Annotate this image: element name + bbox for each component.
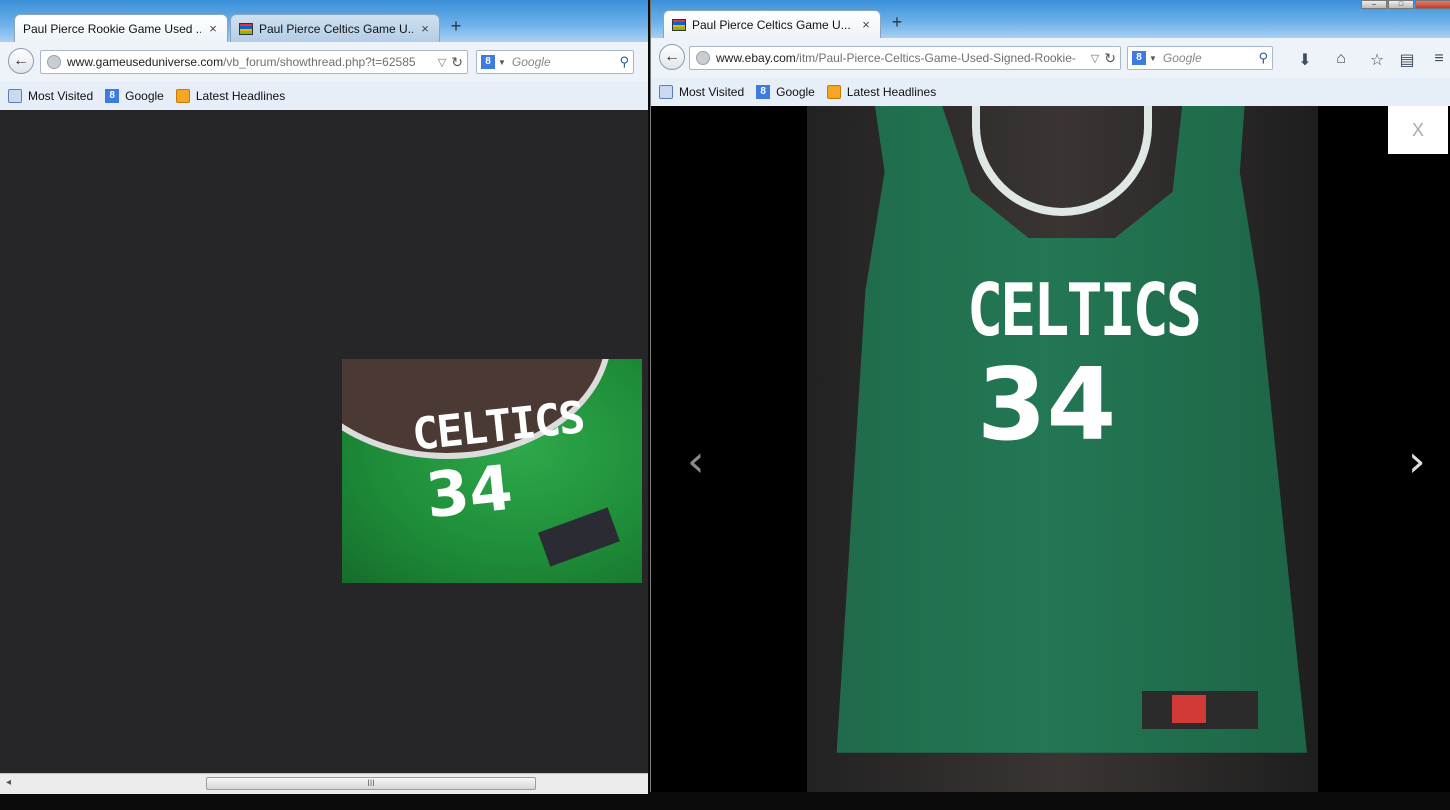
back-button[interactable]: ← <box>659 44 685 70</box>
reload-icon[interactable]: ↻ <box>1104 50 1116 67</box>
close-tab-icon[interactable]: × <box>207 21 219 36</box>
left-browser-window: Paul Pierce Rookie Game Used ... × Paul … <box>0 0 648 794</box>
bookmark-star-icon[interactable]: ☆ <box>1368 50 1386 70</box>
left-page-content: CELTICS 34 <box>0 110 648 774</box>
bookmark-label: Latest Headlines <box>195 89 286 103</box>
url-domain: www.gameuseduniverse.com <box>67 55 224 69</box>
most-visited-icon <box>659 85 673 99</box>
jersey-collar <box>972 106 1152 216</box>
jersey-tag <box>538 507 620 567</box>
menu-icon[interactable]: ≡ <box>1430 50 1448 68</box>
google-engine-icon[interactable]: 8 <box>481 55 495 69</box>
scroll-left-icon[interactable]: ◂ <box>6 777 11 788</box>
jersey-team-name: CELTICS <box>967 269 1202 353</box>
url-domain: www.ebay.com <box>716 51 796 65</box>
left-tab-1[interactable]: Paul Pierce Rookie Game Used ... × <box>14 14 228 42</box>
back-button[interactable]: ← <box>8 48 34 74</box>
ebay-favicon-icon <box>239 22 253 35</box>
new-tab-icon[interactable]: + <box>887 12 907 33</box>
left-bookmarks-toolbar: Most Visited 8 Google Latest Headlines <box>0 82 648 111</box>
jersey-photo-small[interactable]: CELTICS 34 <box>342 359 642 583</box>
right-search-bar[interactable]: 8 ▼ Google ⚲ <box>1127 46 1273 70</box>
left-tab-strip: Paul Pierce Rookie Game Used ... × Paul … <box>0 0 648 42</box>
left-url-bar[interactable]: www.gameuseduniverse.com/vb_forum/showth… <box>40 50 468 74</box>
rss-feed-icon <box>826 85 841 99</box>
bookmark-google[interactable]: 8 Google <box>756 85 815 99</box>
ebay-favicon-icon <box>672 18 686 31</box>
bookmark-label: Most Visited <box>679 85 745 99</box>
bookmark-most-visited[interactable]: Most Visited <box>8 89 93 103</box>
google-icon: 8 <box>756 85 771 99</box>
url-path: /vb_forum/showthread.php?t=62585 <box>223 55 416 69</box>
reload-icon[interactable]: ↻ <box>451 54 463 71</box>
globe-icon <box>696 51 710 65</box>
url-path: /itm/Paul-Pierce-Celtics-Game-Used-Signe… <box>795 51 1076 65</box>
bookmarks-list-icon[interactable]: ▤ <box>1398 50 1416 70</box>
url-text[interactable]: www.gameuseduniverse.com/vb_forum/showth… <box>67 55 433 69</box>
search-icon[interactable]: ⚲ <box>619 54 629 70</box>
bookmark-google[interactable]: 8 Google <box>105 89 164 103</box>
bookmark-label: Latest Headlines <box>846 85 937 99</box>
maximize-button[interactable]: □ <box>1388 0 1414 9</box>
engine-dropdown-icon[interactable]: ▼ <box>498 58 506 67</box>
jersey-number: 34 <box>977 346 1117 463</box>
bookmark-latest-headlines[interactable]: Latest Headlines <box>826 85 937 99</box>
downloads-icon[interactable]: ⬇ <box>1296 50 1314 70</box>
search-placeholder: Google <box>511 55 551 69</box>
new-tab-icon[interactable]: + <box>446 16 466 37</box>
left-tab-2[interactable]: Paul Pierce Celtics Game U... × <box>230 14 440 42</box>
minimize-button[interactable]: – <box>1361 0 1387 9</box>
bookmark-label: Google <box>125 89 164 103</box>
rss-feed-icon <box>175 89 190 103</box>
right-tab-strip: Paul Pierce Celtics Game U... × + – □ <box>651 0 1450 38</box>
window-close-button[interactable] <box>1415 0 1450 9</box>
jersey-photo-large[interactable]: CELTICS 34 <box>807 106 1318 792</box>
globe-icon <box>47 55 61 69</box>
url-dropdown-icon[interactable]: ▽ <box>1091 52 1099 65</box>
right-browser-window: Paul Pierce Celtics Game U... × + – □ ← … <box>650 0 1450 792</box>
right-url-bar[interactable]: www.ebay.com/itm/Paul-Pierce-Celtics-Gam… <box>689 46 1121 70</box>
right-bookmarks-toolbar: Most Visited 8 Google Latest Headlines <box>651 78 1450 107</box>
search-icon[interactable]: ⚲ <box>1258 50 1268 66</box>
close-tab-icon[interactable]: × <box>860 17 872 32</box>
jersey-number: 34 <box>422 450 516 533</box>
left-search-bar[interactable]: 8 ▼ Google ⚲ <box>476 50 634 74</box>
right-tab-1[interactable]: Paul Pierce Celtics Game U... × <box>663 10 881 38</box>
bookmark-label: Google <box>776 85 815 99</box>
previous-image-icon[interactable]: ‹ <box>687 436 705 487</box>
right-tab-1-title: Paul Pierce Celtics Game U... <box>692 17 851 32</box>
search-placeholder: Google <box>1162 51 1202 65</box>
left-tab-2-title: Paul Pierce Celtics Game U... <box>259 21 413 36</box>
google-icon: 8 <box>105 89 120 103</box>
bookmark-most-visited[interactable]: Most Visited <box>659 85 744 99</box>
window-controls: – □ <box>1360 0 1450 9</box>
left-nav-bar: ← www.gameuseduniverse.com/vb_forum/show… <box>0 42 648 83</box>
close-tab-icon[interactable]: × <box>419 21 431 36</box>
home-icon[interactable]: ⌂ <box>1332 50 1350 68</box>
bookmark-latest-headlines[interactable]: Latest Headlines <box>175 89 286 103</box>
most-visited-icon <box>8 89 22 103</box>
engine-dropdown-icon[interactable]: ▼ <box>1149 54 1157 63</box>
google-engine-icon[interactable]: 8 <box>1132 51 1146 65</box>
close-viewer-button[interactable]: X <box>1388 106 1448 154</box>
scrollbar-thumb[interactable]: III <box>206 777 536 790</box>
jersey-tag <box>1142 691 1258 729</box>
url-text[interactable]: www.ebay.com/itm/Paul-Pierce-Celtics-Gam… <box>716 51 1086 65</box>
next-image-icon[interactable]: › <box>1408 436 1426 487</box>
bookmark-label: Most Visited <box>28 89 94 103</box>
image-viewer-overlay: CELTICS 34 ‹ › X <box>651 106 1450 792</box>
horizontal-scrollbar[interactable]: ◂ III <box>0 773 648 794</box>
left-tab-1-title: Paul Pierce Rookie Game Used ... <box>23 21 201 36</box>
right-nav-bar: ← www.ebay.com/itm/Paul-Pierce-Celtics-G… <box>651 38 1450 79</box>
url-dropdown-icon[interactable]: ▽ <box>438 56 446 69</box>
